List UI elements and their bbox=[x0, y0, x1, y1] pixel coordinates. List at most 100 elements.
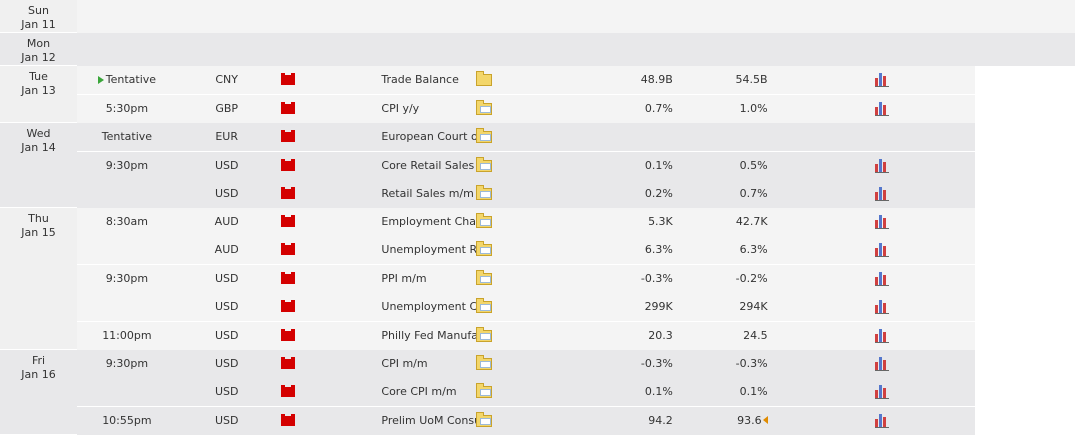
event-time bbox=[77, 377, 177, 406]
event-time: 5:30pm bbox=[77, 93, 177, 123]
day-name: Tue bbox=[29, 70, 48, 83]
day-name: Mon bbox=[26, 37, 51, 50]
event-forecast: 0.7% bbox=[675, 179, 776, 208]
event-time: 8:30am bbox=[77, 207, 177, 236]
bar-chart-icon[interactable] bbox=[875, 356, 890, 371]
bar-chart-icon[interactable] bbox=[875, 299, 890, 314]
folder-detail-icon[interactable] bbox=[476, 412, 493, 427]
event-title[interactable]: Prelim UoM Consumer Sentiment bbox=[376, 405, 477, 435]
calendar-row-empty: Sun Jan 11 bbox=[0, 0, 1075, 33]
bar-chart-icon[interactable] bbox=[875, 101, 890, 116]
event-actual: 0.1% bbox=[575, 150, 676, 180]
event-currency: USD bbox=[176, 349, 277, 378]
bar-chart-icon[interactable] bbox=[875, 72, 890, 87]
folder-detail-icon[interactable] bbox=[476, 100, 493, 115]
day-name: Wed bbox=[26, 127, 51, 140]
red-impact-flag-icon bbox=[280, 329, 295, 341]
event-title[interactable]: Core CPI m/m bbox=[376, 377, 477, 406]
event-title[interactable]: Employment Change bbox=[376, 207, 477, 236]
day-date: Jan 13 bbox=[21, 84, 56, 97]
folder-detail-icon[interactable] bbox=[476, 327, 493, 342]
red-impact-flag-icon bbox=[280, 414, 295, 426]
event-forecast: 294K bbox=[675, 292, 776, 321]
bar-chart-icon[interactable] bbox=[875, 271, 890, 286]
event-title[interactable]: Trade Balance bbox=[376, 65, 477, 94]
event-actual: -0.3% bbox=[575, 263, 676, 293]
event-time bbox=[77, 292, 177, 321]
calendar-row[interactable]: Tue Jan 13 Tentative CNY Trade Balance 48… bbox=[0, 65, 1075, 123]
red-impact-flag-icon bbox=[280, 300, 295, 312]
event-forecast: 0.1% bbox=[675, 377, 776, 406]
calendar-row[interactable]: AUD Unemployment Rate 6.3% 6.3% bbox=[0, 235, 1075, 264]
calendar-row[interactable]: USD Unemployment Claims 299K 294K bbox=[0, 292, 1075, 321]
calendar-row[interactable]: ThuJan 15 8:30am AUD Employment Change 5… bbox=[0, 207, 1075, 350]
bar-chart-icon[interactable] bbox=[875, 186, 890, 201]
event-currency: USD bbox=[176, 405, 277, 435]
bar-chart-icon[interactable] bbox=[875, 328, 890, 343]
event-actual bbox=[575, 122, 676, 151]
event-forecast: 42.7K bbox=[675, 207, 776, 236]
day-date: Jan 16 bbox=[21, 368, 56, 381]
event-actual: -0.3% bbox=[575, 349, 676, 378]
day-name: Thu bbox=[28, 212, 49, 225]
event-title[interactable]: Core Retail Sales m/m bbox=[376, 150, 477, 180]
event-title[interactable]: European Court of Justice Ruling bbox=[376, 122, 477, 151]
calendar-row[interactable]: 9:30pm USD PPI m/m -0.3% -0.2% bbox=[0, 263, 1075, 293]
event-time: 9:30pm bbox=[77, 263, 177, 293]
folder-detail-icon[interactable] bbox=[476, 185, 493, 200]
event-title[interactable]: Unemployment Rate bbox=[376, 235, 477, 264]
event-time: Tentative bbox=[77, 122, 177, 151]
folder-detail-icon[interactable] bbox=[476, 383, 493, 398]
event-actual: 20.3 bbox=[575, 320, 676, 350]
day-cell: Thu Jan 15 bbox=[0, 207, 77, 350]
folder-detail-icon[interactable] bbox=[476, 213, 493, 228]
folder-detail-icon[interactable] bbox=[476, 241, 493, 256]
event-time: 11:00pm bbox=[77, 320, 177, 350]
event-title[interactable]: CPI y/y bbox=[376, 93, 477, 123]
event-currency: USD bbox=[176, 292, 277, 321]
bar-chart-icon[interactable] bbox=[875, 413, 890, 428]
day-cell: Fri Jan 16 bbox=[0, 349, 77, 435]
event-title[interactable]: PPI m/m bbox=[376, 263, 477, 293]
event-time: 10:55pm bbox=[77, 405, 177, 435]
folder-detail-icon[interactable] bbox=[476, 71, 493, 86]
bar-chart-icon[interactable] bbox=[875, 384, 890, 399]
event-actual: 5.3K bbox=[575, 207, 676, 236]
event-currency: GBP bbox=[176, 93, 277, 123]
event-actual: 94.2 bbox=[575, 405, 676, 435]
day-date: Jan 11 bbox=[21, 18, 56, 31]
day-name: Fri bbox=[31, 354, 46, 367]
calendar-row[interactable]: USD Retail Sales m/m 0.2% 0.7% bbox=[0, 179, 1075, 208]
calendar-row[interactable]: 10:55pm USD Prelim UoM Consumer Sentimen… bbox=[0, 405, 1075, 435]
calendar-row[interactable]: WedJan 14 Tentative EUR European Court o… bbox=[0, 122, 1075, 208]
bar-chart-icon[interactable] bbox=[875, 242, 890, 257]
event-actual: 0.2% bbox=[575, 179, 676, 208]
red-impact-flag-icon bbox=[280, 243, 295, 255]
event-currency: USD bbox=[176, 179, 277, 208]
folder-detail-icon[interactable] bbox=[476, 128, 493, 143]
calendar-row[interactable]: 11:00pm USD Philly Fed Manufacturing Ind… bbox=[0, 320, 1075, 350]
event-forecast: 24.5 bbox=[675, 320, 776, 350]
day-date: Jan 15 bbox=[21, 226, 56, 239]
event-title[interactable]: Philly Fed Manufacturing Index bbox=[376, 320, 477, 350]
calendar-row[interactable]: Fri Jan 16 9:30pm USD CPI m/m -0.3% -0.3% bbox=[0, 349, 1075, 435]
event-currency: USD bbox=[176, 377, 277, 406]
bar-chart-icon[interactable] bbox=[875, 214, 890, 229]
calendar-row[interactable]: USD Core CPI m/m 0.1% 0.1% bbox=[0, 377, 1075, 406]
event-time bbox=[77, 179, 177, 208]
folder-detail-icon[interactable] bbox=[476, 270, 493, 285]
orange-revision-arrow-icon bbox=[762, 416, 768, 424]
event-title[interactable]: Unemployment Claims bbox=[376, 292, 477, 321]
day-cell: Sun Jan 11 bbox=[0, 0, 77, 33]
event-forecast: -0.3% bbox=[675, 349, 776, 378]
event-title[interactable]: Retail Sales m/m bbox=[376, 179, 477, 208]
bar-chart-icon[interactable] bbox=[875, 158, 890, 173]
folder-detail-icon[interactable] bbox=[476, 355, 493, 370]
event-title[interactable]: CPI m/m bbox=[376, 349, 477, 378]
folder-detail-icon[interactable] bbox=[476, 157, 493, 172]
event-forecast: 0.5% bbox=[675, 150, 776, 180]
red-impact-flag-icon bbox=[280, 102, 295, 114]
calendar-row[interactable]: 9:30pm USD Core Retail Sales m/m 0.1% 0.… bbox=[0, 150, 1075, 180]
calendar-row[interactable]: 5:30pm GBP CPI y/y 0.7% 1.0% bbox=[0, 93, 1075, 123]
folder-detail-icon[interactable] bbox=[476, 298, 493, 313]
